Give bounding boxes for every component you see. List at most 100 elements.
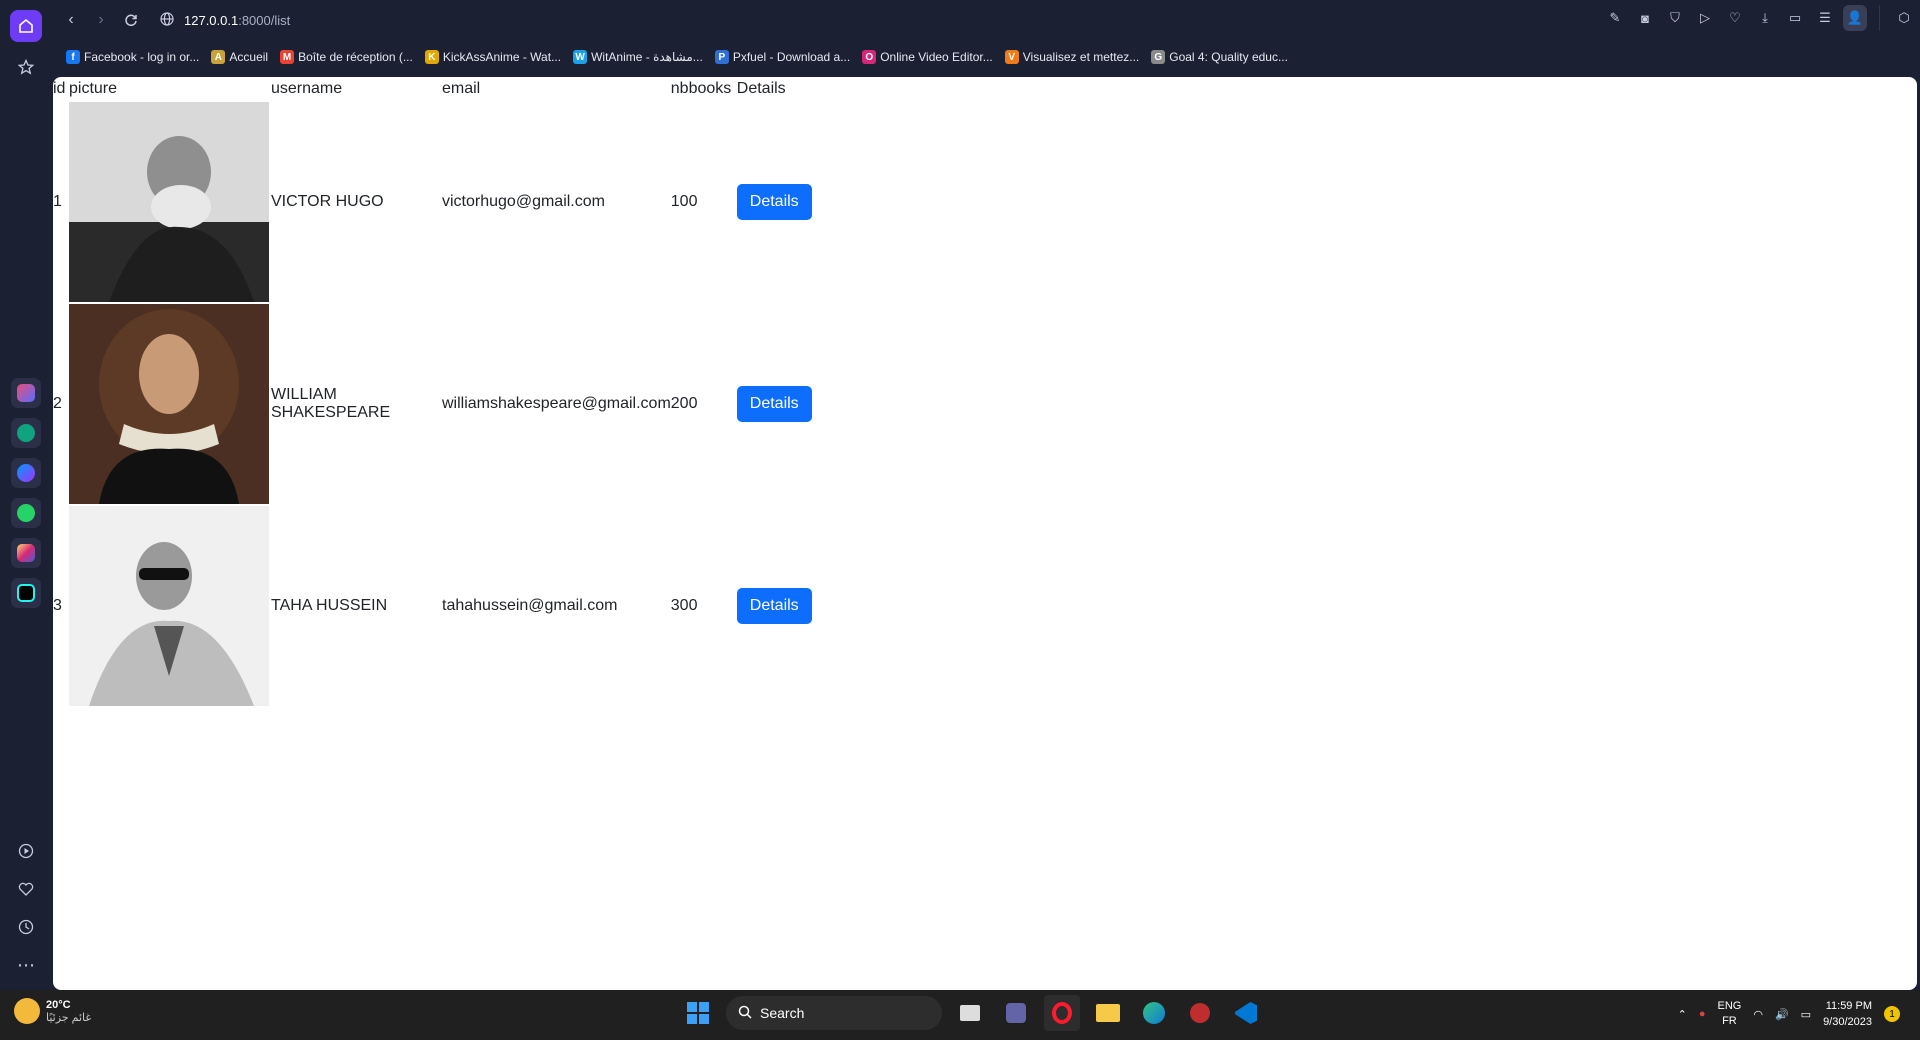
cell-username: TAHA HUSSEIN — [271, 597, 388, 614]
bookmark-label: KickAssAnime - Wat... — [442, 50, 562, 64]
edit-icon[interactable]: ✎ — [1603, 5, 1627, 31]
player-icon[interactable] — [11, 836, 41, 866]
bookmark-label: Goal 4: Quality educ... — [1169, 50, 1288, 64]
address-bar-row: ‹ › 127.0.0.1:8000/list ✎ ◙ ⛉ ▷ ♡ ⤓ ▭ ☰ … — [52, 0, 1920, 40]
profile-icon[interactable]: 👤 — [1843, 5, 1867, 31]
details-button[interactable]: Details — [736, 386, 812, 422]
heart-icon[interactable]: ♡ — [1723, 5, 1747, 31]
bookmark-label: Pxfuel - Download a... — [732, 50, 851, 64]
header-email: email — [442, 80, 481, 97]
cell-nbbooks: 300 — [670, 597, 698, 614]
bookmarks-bar: f Facebook - log in or... A Accueil M Boîte d… — [52, 44, 1920, 70]
history-icon[interactable] — [11, 912, 41, 942]
reload-icon[interactable] — [116, 5, 146, 35]
taskbar-search[interactable]: Search — [726, 996, 942, 1030]
tray-app-icon[interactable]: ● — [1699, 1008, 1706, 1020]
cell-username: WILLIAM SHAKESPEARE — [271, 386, 391, 421]
accueil-icon: A — [211, 50, 226, 64]
more-icon[interactable]: ⋯ — [11, 950, 41, 980]
bookmark-item[interactable]: K KickAssAnime - Wat... — [424, 50, 562, 64]
jetbrains-icon[interactable] — [1182, 995, 1218, 1031]
cell-email: victorhugo@gmail.com — [442, 193, 605, 210]
cell-picture — [69, 101, 271, 303]
table-row: 1 VICTOR HUGO victorhugo@gmail.com 100 Detai… — [53, 101, 812, 303]
shakespeare-portrait — [69, 304, 269, 504]
opera-icon[interactable] — [1044, 995, 1080, 1031]
instagram-icon[interactable] — [11, 538, 41, 568]
facebook-icon: f — [66, 50, 80, 64]
pxfuel-icon: P — [714, 50, 729, 64]
clock-time: 11:59 PM — [1825, 1000, 1872, 1012]
play-icon[interactable]: ▷ — [1693, 5, 1717, 31]
teams-icon[interactable] — [998, 995, 1034, 1031]
forward-icon[interactable]: › — [86, 5, 116, 35]
bookmark-item[interactable]: V Visualisez et mettez... — [1004, 50, 1140, 64]
header-picture: picture — [69, 80, 118, 97]
aria-icon[interactable] — [11, 378, 41, 408]
battery-icon[interactable]: ▭ — [1801, 1008, 1811, 1021]
toolbar-divider — [1879, 5, 1880, 31]
notification-badge[interactable]: 1 — [1884, 1006, 1900, 1022]
cell-picture — [69, 505, 271, 707]
bookmark-item[interactable]: f Facebook - log in or... — [66, 50, 199, 64]
details-button[interactable]: Details — [736, 588, 812, 624]
edge-icon[interactable] — [1136, 995, 1172, 1031]
clock-date: 9/30/2023 — [1823, 1016, 1872, 1028]
cell-nbbooks: 200 — [670, 395, 698, 412]
camera-icon[interactable]: ◙ — [1633, 5, 1657, 31]
language-indicator[interactable]: ENG FR — [1718, 999, 1742, 1029]
bookmark-item[interactable]: W WitAnime - مشاهدة... — [573, 50, 703, 64]
cell-id: 1 — [53, 193, 62, 210]
header-details: Details — [736, 80, 786, 97]
url-host: 127.0.0.1 — [184, 12, 239, 28]
address-field[interactable]: 127.0.0.1:8000/list — [160, 11, 291, 29]
browser-sidebar: ⋯ — [0, 0, 52, 990]
bookmark-label: WitAnime - مشاهدة... — [591, 50, 703, 64]
chevron-up-icon[interactable]: ⌃ — [1678, 1008, 1687, 1021]
tiktok-icon[interactable] — [11, 578, 41, 608]
video-editor-icon: O — [862, 50, 877, 64]
header-nbbooks: nbbooks — [670, 80, 732, 97]
vscode-icon[interactable] — [1228, 995, 1264, 1031]
messenger-icon[interactable] — [11, 458, 41, 488]
star-icon[interactable] — [11, 52, 41, 82]
box-icon[interactable]: ⬡ — [1892, 5, 1916, 31]
shield-icon[interactable]: ⛉ — [1663, 5, 1687, 31]
task-view-icon[interactable] — [952, 995, 988, 1031]
cell-email: tahahussein@gmail.com — [442, 597, 618, 614]
file-explorer-icon[interactable] — [1090, 995, 1126, 1031]
bookmark-item[interactable]: O Online Video Editor... — [862, 50, 993, 64]
menu-icon[interactable]: ☰ — [1813, 5, 1837, 31]
bookmark-item[interactable]: M Boîte de réception (... — [280, 50, 413, 64]
lang-top: ENG — [1717, 1000, 1742, 1012]
whatsapp-icon[interactable] — [11, 498, 41, 528]
bookmark-item[interactable]: A Accueil — [211, 50, 268, 64]
wifi-icon[interactable]: ◠ — [1753, 1008, 1763, 1021]
home-icon[interactable] — [10, 10, 42, 42]
bookmark-label: Visualisez et mettez... — [1022, 50, 1140, 64]
weather-widget[interactable]: 20°C غائم جزئيًا — [14, 998, 91, 1024]
page-content: id picture username email nbbooks Detail… — [53, 77, 1917, 990]
url-path: :8000/list — [238, 12, 291, 28]
clock[interactable]: 11:59 PM 9/30/2023 — [1823, 998, 1872, 1030]
gmail-icon: M — [280, 50, 295, 64]
download-icon[interactable]: ⤓ — [1753, 5, 1777, 31]
heart-icon[interactable] — [11, 874, 41, 904]
cell-id: 3 — [53, 597, 62, 614]
cell-nbbooks: 100 — [670, 193, 698, 210]
bookmark-item[interactable]: P Pxfuel - Download a... — [714, 50, 851, 64]
table-row: 3 TAHA HUSSEIN tahahussein@gmail.com 300 Det… — [53, 505, 812, 707]
battery-icon[interactable]: ▭ — [1783, 5, 1807, 31]
weather-text: غائم جزئيًا — [46, 1011, 92, 1024]
volume-icon[interactable]: 🔊 — [1775, 1008, 1789, 1021]
bookmark-item[interactable]: G Goal 4: Quality educ... — [1151, 50, 1288, 64]
weather-icon — [14, 998, 40, 1024]
back-icon[interactable]: ‹ — [56, 5, 86, 35]
cell-picture — [69, 303, 271, 505]
chatgpt-icon[interactable] — [11, 418, 41, 448]
header-username: username — [271, 80, 343, 97]
witanime-icon: W — [573, 50, 588, 64]
cell-details: Details — [736, 101, 812, 303]
windows-start-icon[interactable] — [680, 995, 716, 1031]
details-button[interactable]: Details — [736, 184, 812, 220]
